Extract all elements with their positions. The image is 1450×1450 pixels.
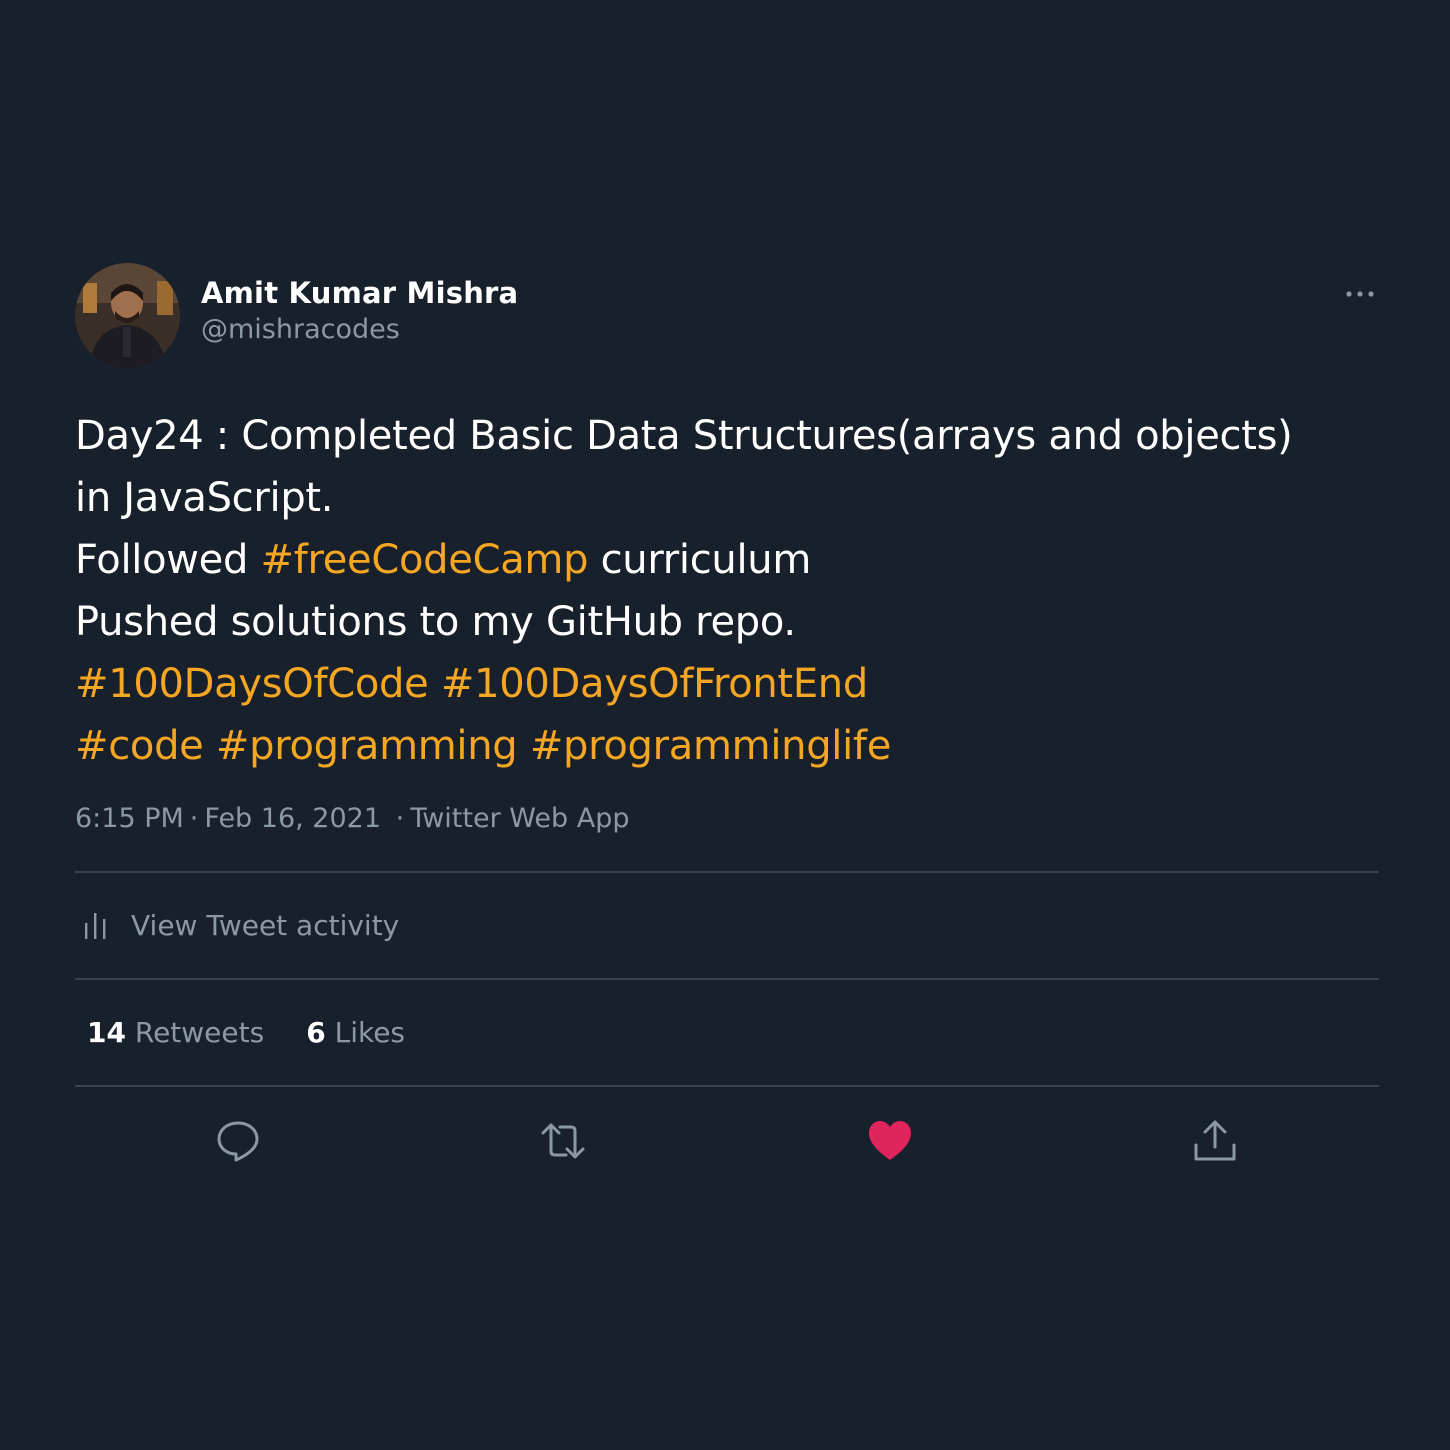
view-tweet-activity-label: View Tweet activity bbox=[131, 909, 400, 942]
bar-chart-icon bbox=[85, 912, 106, 939]
share-button[interactable] bbox=[1191, 1117, 1239, 1165]
tweet-text-segment bbox=[203, 723, 215, 769]
tweet-text-line: #code #programming #programminglife bbox=[75, 715, 1379, 777]
retweets-stat[interactable]: 14 Retweets bbox=[87, 1016, 264, 1049]
tweet-text-segment bbox=[428, 661, 440, 707]
hashtag-link[interactable]: #code bbox=[75, 723, 204, 769]
author-names: Amit Kumar Mishra @mishracodes bbox=[201, 275, 518, 349]
like-button[interactable] bbox=[866, 1117, 914, 1165]
hashtag-link[interactable]: #100DaysOfFrontEnd bbox=[441, 661, 868, 707]
tweet-text-line: #100DaysOfCode #100DaysOfFrontEnd bbox=[75, 653, 1379, 715]
tweet-date[interactable]: Feb 16, 2021 bbox=[204, 803, 381, 834]
tweet-source[interactable]: Twitter Web App bbox=[410, 803, 629, 834]
likes-count: 6 bbox=[306, 1016, 326, 1049]
hashtag-link[interactable]: #100DaysOfCode bbox=[75, 661, 429, 707]
meta-separator: · bbox=[189, 803, 199, 834]
reply-bubble-icon bbox=[217, 1121, 259, 1162]
tweet-text-line: Pushed solutions to my GitHub repo. bbox=[75, 591, 1379, 653]
hashtag-link[interactable]: #programming bbox=[216, 723, 518, 769]
tweet-text-line: Followed #freeCodeCamp curriculum bbox=[75, 529, 1379, 591]
tweet-text-segment: Pushed solutions to my GitHub repo. bbox=[75, 599, 796, 645]
hashtag-link[interactable]: #programminglife bbox=[530, 723, 892, 769]
more-horizontal-icon bbox=[1346, 291, 1374, 297]
tweet-header: Amit Kumar Mishra @mishracodes bbox=[75, 263, 1379, 369]
tweet-text-segment: Followed bbox=[75, 537, 261, 583]
tweet-text: Day24 : Completed Basic Data Structures(… bbox=[75, 405, 1379, 777]
likes-stat[interactable]: 6 Likes bbox=[306, 1016, 405, 1049]
tweet-text-line: Day24 : Completed Basic Data Structures(… bbox=[75, 405, 1379, 467]
share-upload-icon bbox=[1194, 1120, 1236, 1161]
tweet-stats: 14 Retweets 6 Likes bbox=[75, 980, 1379, 1085]
tweet-text-segment: curriculum bbox=[588, 537, 812, 583]
meta-separator: · bbox=[395, 803, 405, 834]
likes-label: Likes bbox=[334, 1016, 406, 1049]
tweet-card: Amit Kumar Mishra @mishracodes Day24 : C… bbox=[75, 263, 1379, 1197]
retweet-button[interactable] bbox=[539, 1117, 587, 1165]
tweet-text-segment bbox=[517, 723, 529, 769]
tweet-meta: 6:15 PM · Feb 16, 2021 · Twitter Web App bbox=[75, 799, 1379, 839]
more-options-button[interactable] bbox=[1343, 277, 1377, 311]
avatar[interactable] bbox=[75, 263, 180, 368]
tweet-text-segment: in JavaScript. bbox=[75, 475, 334, 521]
tweet-actions bbox=[75, 1087, 1379, 1197]
author-handle[interactable]: @mishracodes bbox=[201, 311, 518, 349]
tweet-text-segment: Day24 : Completed Basic Data Structures(… bbox=[75, 413, 1293, 459]
view-tweet-activity-link[interactable]: View Tweet activity bbox=[75, 873, 1379, 978]
author-display-name[interactable]: Amit Kumar Mishra bbox=[201, 275, 518, 311]
tweet-time[interactable]: 6:15 PM bbox=[75, 803, 184, 834]
retweets-label: Retweets bbox=[134, 1016, 265, 1049]
tweet-text-line: in JavaScript. bbox=[75, 467, 1379, 529]
reply-button[interactable] bbox=[214, 1117, 262, 1165]
retweet-icon bbox=[541, 1123, 585, 1159]
heart-icon bbox=[869, 1121, 911, 1160]
retweets-count: 14 bbox=[87, 1016, 126, 1049]
hashtag-link[interactable]: #freeCodeCamp bbox=[260, 537, 588, 583]
